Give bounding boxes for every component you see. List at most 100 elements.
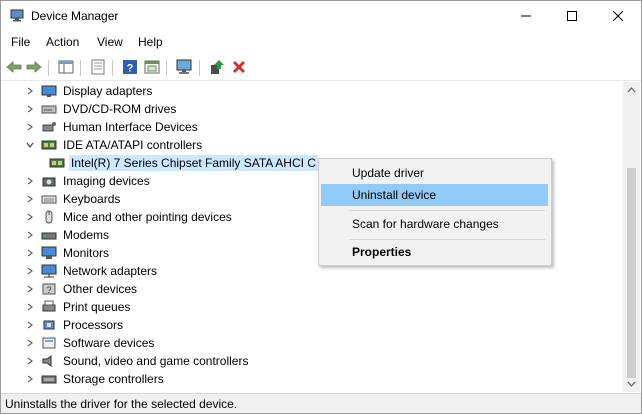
tree-item-category[interactable]: DVD/CD-ROM drives: [25, 100, 178, 118]
tree-item-label: Display adapters: [63, 84, 153, 98]
software-device-icon: [42, 337, 56, 349]
chevron-right-icon[interactable]: [25, 338, 35, 348]
chevron-right-icon[interactable]: [25, 104, 35, 114]
tree-item-label: DVD/CD-ROM drives: [63, 102, 177, 116]
tree-item-label: Modems: [63, 228, 110, 242]
chevron-right-icon[interactable]: [25, 176, 35, 186]
update-driver-button[interactable]: [208, 58, 226, 76]
scan-hardware-menu-item[interactable]: Scan for hardware changes: [321, 213, 548, 235]
back-button[interactable]: [5, 58, 23, 76]
help-button[interactable]: ?: [121, 58, 139, 76]
context-menu-separator: [349, 210, 545, 211]
tree-item-category[interactable]: Software devices: [25, 334, 156, 352]
svg-text:?: ?: [46, 285, 51, 295]
properties-menu-item[interactable]: Properties: [321, 241, 548, 263]
tree-item-category[interactable]: Keyboards: [25, 190, 122, 208]
chevron-right-icon[interactable]: [25, 320, 35, 330]
menu-action[interactable]: Action: [46, 35, 79, 49]
storage-controller-icon: [41, 375, 57, 384]
view-button[interactable]: [143, 58, 161, 76]
title-bar[interactable]: Device Manager: [1, 1, 641, 31]
tree-item-category[interactable]: Storage controllers: [25, 370, 166, 388]
tree-item-category[interactable]: Modems: [25, 226, 111, 244]
scrollbar-thumb[interactable]: [627, 168, 636, 378]
close-icon: [613, 11, 623, 21]
chevron-right-icon[interactable]: [25, 356, 35, 366]
menu-help[interactable]: Help: [138, 35, 163, 49]
ide-controller-icon: [49, 158, 65, 168]
chevron-right-icon[interactable]: [25, 374, 35, 384]
show-hide-console-tree-button[interactable]: [57, 58, 75, 76]
chevron-right-icon[interactable]: [25, 302, 35, 312]
speaker-icon: [42, 355, 52, 367]
forward-button[interactable]: [25, 58, 43, 76]
chevron-right-icon[interactable]: [25, 248, 35, 258]
help-icon: ?: [123, 60, 137, 75]
tree-item-label: Keyboards: [63, 192, 121, 206]
properties-button[interactable]: [89, 58, 107, 76]
scroll-down-icon[interactable]: [627, 380, 636, 388]
monitor-icon: [41, 246, 57, 259]
tree-item-category[interactable]: Mice and other pointing devices: [25, 208, 234, 226]
chevron-right-icon[interactable]: [25, 194, 35, 204]
view-icon: [144, 60, 160, 74]
close-button[interactable]: [595, 1, 641, 31]
tree-item-category[interactable]: Human Interface Devices: [25, 118, 200, 136]
tree-item-label: Print queues: [63, 300, 131, 314]
tree-item-label: Sound, video and game controllers: [63, 354, 249, 368]
toolbar: ?: [1, 54, 641, 81]
scan-hardware-label: Scan for hardware changes: [352, 217, 499, 231]
tree-item-category[interactable]: Imaging devices: [25, 172, 152, 190]
tree-item-category[interactable]: Print queues: [25, 298, 132, 316]
context-menu-separator: [349, 239, 545, 240]
tree-item-category[interactable]: Monitors: [25, 244, 111, 262]
menu-bar: File Action View Help: [1, 32, 641, 52]
chevron-right-icon[interactable]: [25, 212, 35, 222]
tree-item-category[interactable]: Network adapters: [25, 262, 159, 280]
tree-item-label: Intel(R) 7 Series Chipset Family SATA AH…: [69, 155, 318, 171]
processor-icon: [43, 320, 55, 330]
menu-view[interactable]: View: [97, 35, 123, 49]
tree-item-label: Imaging devices: [63, 174, 150, 188]
tree-item-category[interactable]: Display adapters: [25, 82, 154, 100]
scroll-up-icon[interactable]: [627, 86, 636, 94]
update-driver-menu-item[interactable]: Update driver: [321, 162, 548, 184]
tree-item-device[interactable]: Intel(R) 7 Series Chipset Family SATA AH…: [49, 154, 318, 172]
tree-item-label: Network adapters: [63, 264, 158, 278]
ide-controller-icon: [41, 140, 57, 150]
display-adapter-icon: [41, 85, 57, 97]
other-device-icon: ?: [42, 283, 56, 295]
scan-hardware-button[interactable]: [175, 58, 193, 76]
modem-icon: [41, 232, 57, 240]
properties-icon: [91, 59, 105, 75]
maximize-button[interactable]: [549, 1, 595, 31]
chevron-right-icon[interactable]: [25, 86, 35, 96]
minimize-button[interactable]: [503, 1, 549, 31]
tree-item-category[interactable]: Processors: [25, 316, 125, 334]
chevron-right-icon[interactable]: [25, 266, 35, 276]
chevron-down-icon[interactable]: [25, 140, 35, 150]
tree-item-label: Monitors: [63, 246, 110, 260]
tree-item-label: Human Interface Devices: [63, 120, 198, 134]
menu-file[interactable]: File: [11, 35, 30, 49]
tree-item-label: Storage controllers: [63, 372, 164, 386]
chevron-right-icon[interactable]: [25, 122, 35, 132]
tree-item-category[interactable]: ? Other devices: [25, 280, 139, 298]
context-menu: Update driver Uninstall device Scan for …: [318, 158, 552, 266]
uninstall-device-menu-item[interactable]: Uninstall device: [321, 184, 548, 206]
minimize-icon: [521, 15, 531, 17]
chevron-right-icon[interactable]: [25, 284, 35, 294]
chevron-right-icon[interactable]: [25, 230, 35, 240]
toolbar-separator: [80, 60, 81, 76]
uninstall-device-button[interactable]: [230, 58, 248, 76]
maximize-icon: [567, 11, 577, 21]
dvd-drive-icon: [41, 105, 57, 114]
tree-item-category[interactable]: IDE ATA/ATAPI controllers: [25, 136, 204, 154]
update-driver-icon: [211, 60, 224, 74]
tree-item-label: Software devices: [63, 336, 155, 350]
tree-item-category[interactable]: Sound, video and game controllers: [25, 352, 250, 370]
tree-item-label: IDE ATA/ATAPI controllers: [63, 138, 203, 152]
hid-icon: [42, 122, 56, 132]
vertical-scrollbar[interactable]: [623, 82, 640, 392]
svg-text:?: ?: [127, 63, 134, 75]
